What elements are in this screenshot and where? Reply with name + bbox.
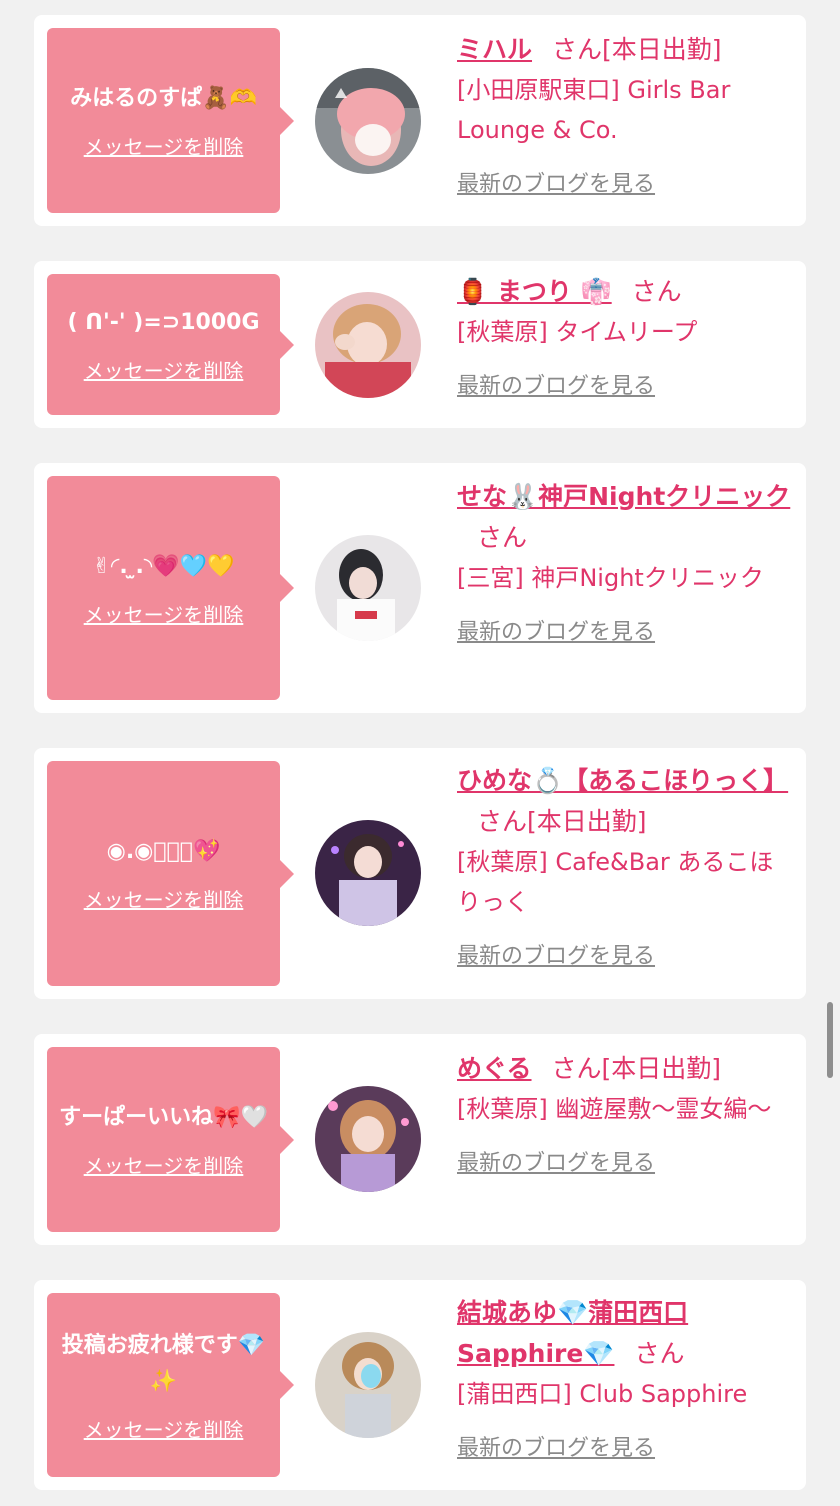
- delete-message-link[interactable]: メッセージを削除: [84, 355, 244, 384]
- avatar-photo: [315, 292, 421, 398]
- blog-link[interactable]: 最新のブログを見る: [457, 166, 792, 198]
- message-card: ◉.◉ﾞﾞﾞ💖 メッセージを削除 ひめな💍【あるこほりっく】さん[本日出勤] […: [34, 748, 806, 999]
- message-card: 投稿お疲れ様です💎✨ メッセージを削除 結城あゆ💎蒲田西口Sapphire💎 さん…: [34, 1280, 806, 1490]
- honorific: さん: [477, 807, 528, 836]
- cast-name-link[interactable]: せな🐰神戸Nightクリニック: [457, 482, 790, 511]
- shop-name: [小田原駅東口] Girls Bar Lounge & Co.: [457, 76, 731, 144]
- delete-message-link[interactable]: メッセージを削除: [84, 131, 244, 160]
- cast-name-link[interactable]: ミハル: [457, 35, 532, 64]
- message-card: みはるのすぱ🧸🫶 メッセージを削除 ミハル さん[本日出勤] [小田原駅東口] G…: [34, 15, 806, 226]
- message-text: ✌︎◜. ̫.◝💗🩵💛: [92, 553, 235, 579]
- message-text: ( ᑎ'-' )=⊃1000G: [67, 310, 260, 335]
- blog-link[interactable]: 最新のブログを見る: [457, 614, 792, 646]
- delete-message-link[interactable]: メッセージを削除: [84, 884, 244, 913]
- cast-info: めぐる さん[本日出勤] [秋葉原] 幽遊屋敷〜霊女編〜 最新のブログを見る: [457, 1048, 792, 1177]
- avatar-photo: [315, 820, 421, 926]
- message-text: 投稿お疲れ様です💎✨: [61, 1332, 266, 1394]
- message-text: すーぱーいいね🎀🤍: [59, 1105, 268, 1130]
- message-bubble: 投稿お疲れ様です💎✨ メッセージを削除: [47, 1293, 294, 1477]
- cast-name-link[interactable]: ひめな💍【あるこほりっく】: [457, 766, 788, 795]
- avatar[interactable]: [315, 535, 421, 641]
- shop-name: [三宮] 神戸Nightクリニック: [457, 564, 764, 592]
- avatar-photo: [315, 68, 421, 174]
- message-bubble: ◉.◉ﾞﾞﾞ💖 メッセージを削除: [47, 761, 294, 986]
- message-card: ( ᑎ'-' )=⊃1000G メッセージを削除 🏮 まつり 👘 さん [秋葉原]…: [34, 261, 806, 428]
- cast-info: 結城あゆ💎蒲田西口Sapphire💎 さん [蒲田西口] Club Sapphir…: [457, 1292, 792, 1462]
- blog-link[interactable]: 最新のブログを見る: [457, 1145, 792, 1177]
- cast-info: せな🐰神戸Nightクリニックさん [三宮] 神戸Nightクリニック 最新のブ…: [457, 476, 792, 646]
- delete-message-link[interactable]: メッセージを削除: [84, 1150, 244, 1179]
- message-bubble: ✌︎◜. ̫.◝💗🩵💛 メッセージを削除: [47, 476, 294, 700]
- shop-name: [秋葉原] タイムリープ: [457, 318, 698, 346]
- avatar[interactable]: [315, 68, 421, 174]
- cast-name-link[interactable]: めぐる: [457, 1054, 532, 1083]
- avatar[interactable]: [315, 820, 421, 926]
- status-badge: [本日出勤]: [602, 35, 722, 64]
- avatar-photo: [315, 1332, 421, 1438]
- avatar-photo: [315, 1086, 421, 1192]
- honorific: さん: [634, 1339, 685, 1368]
- message-bubble: みはるのすぱ🧸🫶 メッセージを削除: [47, 28, 294, 213]
- cast-name-link[interactable]: 🏮 まつり 👘: [457, 277, 612, 306]
- message-card: すーぱーいいね🎀🤍 メッセージを削除 めぐる さん[本日出勤] [秋葉原] 幽遊屋…: [34, 1034, 806, 1245]
- message-bubble: すーぱーいいね🎀🤍 メッセージを削除: [47, 1047, 294, 1232]
- cast-info: ひめな💍【あるこほりっく】さん[本日出勤] [秋葉原] Cafe&Bar あるこ…: [457, 760, 792, 970]
- honorific: さん: [631, 277, 682, 306]
- avatar[interactable]: [315, 1086, 421, 1192]
- avatar-photo: [315, 535, 421, 641]
- delete-message-link[interactable]: メッセージを削除: [84, 1414, 244, 1443]
- blog-link[interactable]: 最新のブログを見る: [457, 368, 792, 400]
- shop-name: [秋葉原] 幽遊屋敷〜霊女編〜: [457, 1095, 772, 1123]
- message-bubble: ( ᑎ'-' )=⊃1000G メッセージを削除: [47, 274, 294, 415]
- scrollbar[interactable]: [827, 1002, 833, 1078]
- cast-info: 🏮 まつり 👘 さん [秋葉原] タイムリープ 最新のブログを見る: [457, 271, 792, 400]
- message-card: ✌︎◜. ̫.◝💗🩵💛 メッセージを削除 せな🐰神戸Nightクリニックさん […: [34, 463, 806, 713]
- cast-info: ミハル さん[本日出勤] [小田原駅東口] Girls Bar Lounge & …: [457, 29, 792, 198]
- shop-name: [蒲田西口] Club Sapphire: [457, 1380, 748, 1408]
- message-text: ◉.◉ﾞﾞﾞ💖: [106, 839, 221, 864]
- status-badge: [本日出勤]: [601, 1054, 722, 1083]
- delete-message-link[interactable]: メッセージを削除: [84, 599, 244, 628]
- avatar[interactable]: [315, 292, 421, 398]
- blog-link[interactable]: 最新のブログを見る: [457, 938, 792, 970]
- honorific: さん: [552, 35, 603, 64]
- shop-name: [秋葉原] Cafe&Bar あるこほりっく: [457, 848, 774, 916]
- message-text: みはるのすぱ🧸🫶: [70, 86, 257, 111]
- honorific: さん: [477, 523, 528, 552]
- blog-link[interactable]: 最新のブログを見る: [457, 1430, 792, 1462]
- honorific: さん: [551, 1054, 602, 1083]
- avatar[interactable]: [315, 1332, 421, 1438]
- status-badge: [本日出勤]: [527, 807, 647, 836]
